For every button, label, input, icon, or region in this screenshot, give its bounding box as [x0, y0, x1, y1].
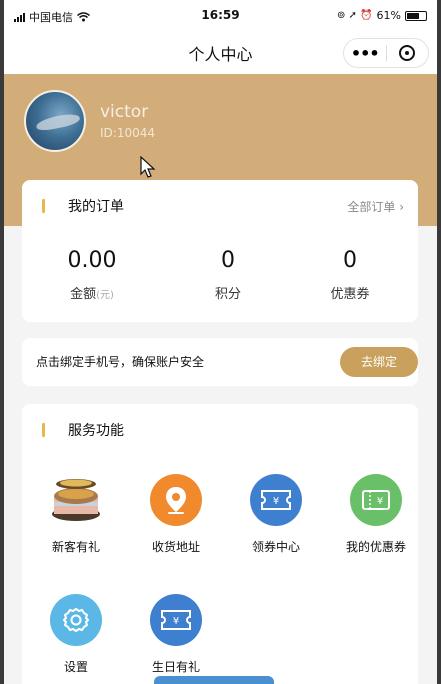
bind-phone-bar: 点击绑定手机号，确保账户安全 去绑定	[22, 338, 418, 386]
stat-coupons-label: 优惠券	[330, 287, 370, 302]
settings-gear-icon	[50, 594, 102, 646]
service-label: 设置	[63, 660, 88, 674]
stat-amount-unit: (元)	[96, 290, 114, 301]
status-bar: 中国电信 16:59 ⊚ ➚ ⏰ 61%	[4, 0, 437, 32]
stat-amount-label: 金额	[70, 287, 97, 302]
close-circle-icon[interactable]	[387, 45, 429, 61]
all-orders-link[interactable]: 全部订单 ›	[347, 198, 404, 215]
stat-coupons-value: 0	[343, 248, 357, 273]
section-marker	[42, 423, 45, 437]
phone-screen: 中国电信 16:59 ⊚ ➚ ⏰ 61% 个人中心 ••• victor ID:…	[4, 0, 437, 684]
orders-card: 我的订单 全部订单 › 0.00 金额(元) 0 积分 0 优惠券	[22, 180, 418, 322]
nav-bar: 个人中心 •••	[4, 32, 437, 74]
service-label: 我的优惠券	[345, 540, 406, 554]
battery-icon	[405, 10, 427, 21]
service-label: 生日有礼	[151, 660, 200, 674]
stat-points-value: 0	[221, 248, 235, 273]
my-coupon-icon: ¥	[350, 474, 402, 526]
next-section-peek	[154, 676, 274, 684]
service-my-coupons[interactable]: ¥ 我的优惠券	[326, 474, 426, 555]
service-label: 新客有礼	[51, 540, 100, 554]
svg-text:¥: ¥	[273, 496, 279, 507]
coupon-ticket-icon: ¥	[250, 474, 302, 526]
status-icons: ⊚ ➚ ⏰	[336, 10, 373, 21]
stat-coupons[interactable]: 0 优惠券	[290, 248, 410, 302]
username: victor	[100, 102, 149, 122]
svg-text:¥: ¥	[173, 616, 179, 627]
stat-amount-value: 0.00	[67, 248, 117, 273]
chevron-right-icon: ›	[399, 200, 404, 214]
stat-points-label: 积分	[214, 287, 241, 302]
service-label: 领券中心	[251, 540, 300, 554]
orders-title: 我的订单	[68, 199, 124, 215]
all-orders-label: 全部订单	[347, 200, 396, 214]
stat-amount[interactable]: 0.00 金额(元)	[32, 248, 152, 302]
service-birthday-gift[interactable]: ¥ 生日有礼	[126, 594, 226, 675]
stat-points[interactable]: 0 积分	[168, 248, 288, 302]
bind-phone-text: 点击绑定手机号，确保账户安全	[36, 355, 205, 369]
services-title: 服务功能	[68, 423, 124, 439]
service-settings[interactable]: 设置	[26, 594, 126, 675]
more-dots-icon[interactable]: •••	[344, 44, 386, 63]
section-marker	[42, 199, 45, 213]
services-card: 服务功能 新客有礼 收货地址 ¥ 领券中心 ¥ 我的优惠券 设置 ¥ 生日有礼	[22, 404, 418, 684]
user-id: ID:10044	[100, 126, 155, 140]
location-pin-icon	[150, 474, 202, 526]
service-label: 收货地址	[151, 540, 200, 554]
svg-text:¥: ¥	[377, 496, 383, 507]
service-coupon-center[interactable]: ¥ 领券中心	[226, 474, 326, 555]
birthday-ticket-icon: ¥	[150, 594, 202, 646]
service-address[interactable]: 收货地址	[126, 474, 226, 555]
service-new-customer-gift[interactable]: 新客有礼	[26, 474, 126, 555]
mini-program-capsule: •••	[343, 38, 429, 68]
mouse-cursor-icon	[140, 156, 156, 178]
battery-percent: 61%	[376, 9, 401, 22]
gift-cake-icon	[50, 474, 102, 526]
bind-phone-button[interactable]: 去绑定	[340, 347, 418, 377]
avatar[interactable]	[24, 90, 86, 152]
